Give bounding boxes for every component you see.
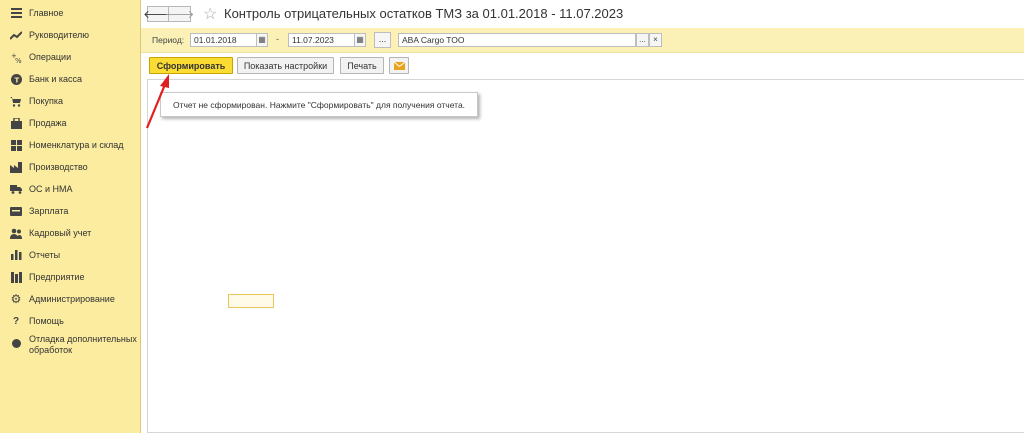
operations-icon: +% — [10, 51, 22, 63]
report-area[interactable]: Отчет не сформирован. Нажмите "Сформиров… — [147, 79, 1024, 433]
sidebar-item-reports[interactable]: Отчеты — [0, 244, 140, 266]
arrow-right-icon: 🡒 — [164, 9, 195, 21]
print-button[interactable]: Печать — [340, 57, 384, 74]
organization-clear-button[interactable]: × — [649, 33, 662, 47]
sidebar-item-label: ОС и НМА — [29, 184, 73, 194]
date-to-field[interactable]: 11.07.2023 — [288, 33, 355, 47]
svg-text:%: % — [15, 57, 22, 63]
salary-icon — [10, 205, 22, 217]
sidebar-item-label: Отчеты — [29, 250, 61, 260]
envelope-icon — [393, 61, 405, 70]
sidebar-item-manager[interactable]: Руководителю — [0, 24, 140, 46]
bag-icon — [10, 117, 22, 129]
sidebar-item-debug[interactable]: Отладка дополнительных обработок — [0, 332, 140, 362]
organization-select-button[interactable]: ... — [636, 33, 649, 47]
chart-icon — [10, 249, 22, 261]
organization-field[interactable]: ABA Cargo TOO — [398, 33, 636, 47]
people-icon — [10, 227, 22, 239]
sidebar-item-label: Руководителю — [29, 30, 90, 40]
building-icon — [10, 271, 22, 283]
sidebar-item-production[interactable]: Производство — [0, 156, 140, 178]
warehouse-icon — [10, 139, 22, 151]
sidebar-item-enterprise[interactable]: Предприятие — [0, 266, 140, 288]
sidebar-item-label: Главное — [29, 8, 64, 18]
circle-icon — [10, 337, 22, 349]
sidebar-item-admin[interactable]: ⚙ Администрирование — [0, 288, 140, 310]
sidebar-item-operations[interactable]: +% Операции — [0, 46, 140, 68]
trend-icon — [10, 29, 22, 41]
sidebar-item-label: Администрирование — [29, 294, 115, 304]
sidebar-item-assets[interactable]: ОС и НМА — [0, 178, 140, 200]
favorite-star-icon[interactable]: ☆ — [203, 4, 217, 24]
sidebar-item-main[interactable]: Главное — [0, 2, 140, 24]
sidebar-item-label: Банк и касса — [29, 74, 82, 84]
sidebar-item-sales[interactable]: Продажа — [0, 112, 140, 134]
sidebar-item-label: Отладка дополнительных обработок — [29, 334, 137, 355]
sidebar: Главное Руководителю +% Операции T Банк … — [0, 0, 141, 433]
selected-cell[interactable] — [228, 294, 274, 308]
history-nav: 🡐 🡒 — [143, 6, 194, 22]
sidebar-item-label: Продажа — [29, 118, 67, 128]
factory-icon — [10, 161, 22, 173]
sidebar-item-label: Зарплата — [29, 206, 69, 216]
sidebar-item-label: Операции — [29, 52, 72, 62]
main-area: 🡐 🡒 ☆ Контроль отрицательных остатков ТМ… — [141, 0, 1024, 433]
svg-text:T: T — [14, 76, 19, 84]
page-title: Контроль отрицательных остатков ТМЗ за 0… — [224, 6, 624, 21]
generate-button[interactable]: Сформировать — [149, 57, 233, 74]
sidebar-item-label: Кадровый учет — [29, 228, 92, 238]
sidebar-item-label: Номенклатура и склад — [29, 140, 124, 150]
sidebar-item-help[interactable]: ? Помощь — [0, 310, 140, 332]
forward-button[interactable]: 🡒 — [165, 6, 194, 22]
send-email-button[interactable] — [389, 57, 409, 74]
sidebar-item-purchase[interactable]: Покупка — [0, 90, 140, 112]
form-header: 🡐 🡒 ☆ Контроль отрицательных остатков ТМ… — [141, 0, 1024, 28]
sidebar-item-salary[interactable]: Зарплата — [0, 200, 140, 222]
report-parameters: Период: 01.01.2018 ▦ - 11.07.2023 ▦ ... … — [141, 28, 1024, 53]
cart-icon — [10, 95, 22, 107]
period-dash: - — [276, 34, 279, 44]
sidebar-item-label: Производство — [29, 162, 88, 172]
sidebar-item-nomenclature[interactable]: Номенклатура и склад — [0, 134, 140, 156]
sidebar-item-bank[interactable]: T Банк и касса — [0, 68, 140, 90]
command-bar: Сформировать Показать настройки Печать — [141, 53, 1024, 79]
calendar-icon: ▦ — [258, 35, 266, 44]
question-icon: ? — [12, 315, 20, 327]
menu-icon — [10, 7, 22, 19]
sidebar-item-hr[interactable]: Кадровый учет — [0, 222, 140, 244]
date-from-field[interactable]: 01.01.2018 — [190, 33, 257, 47]
sidebar-item-label: Покупка — [29, 96, 64, 106]
calendar-from-button[interactable]: ▦ — [256, 33, 268, 47]
calendar-to-button[interactable]: ▦ — [354, 33, 366, 47]
bank-icon: T — [10, 73, 22, 85]
sidebar-item-label: Помощь — [29, 316, 64, 326]
period-select-button[interactable]: ... — [374, 32, 391, 48]
calendar-icon: ▦ — [356, 35, 364, 44]
show-settings-button[interactable]: Показать настройки — [237, 57, 334, 74]
truck-icon — [10, 183, 22, 195]
sidebar-item-label: Предприятие — [29, 272, 85, 282]
gear-icon: ⚙ — [10, 292, 22, 306]
period-label: Период: — [152, 35, 185, 45]
report-not-generated-message: Отчет не сформирован. Нажмите "Сформиров… — [160, 92, 478, 117]
